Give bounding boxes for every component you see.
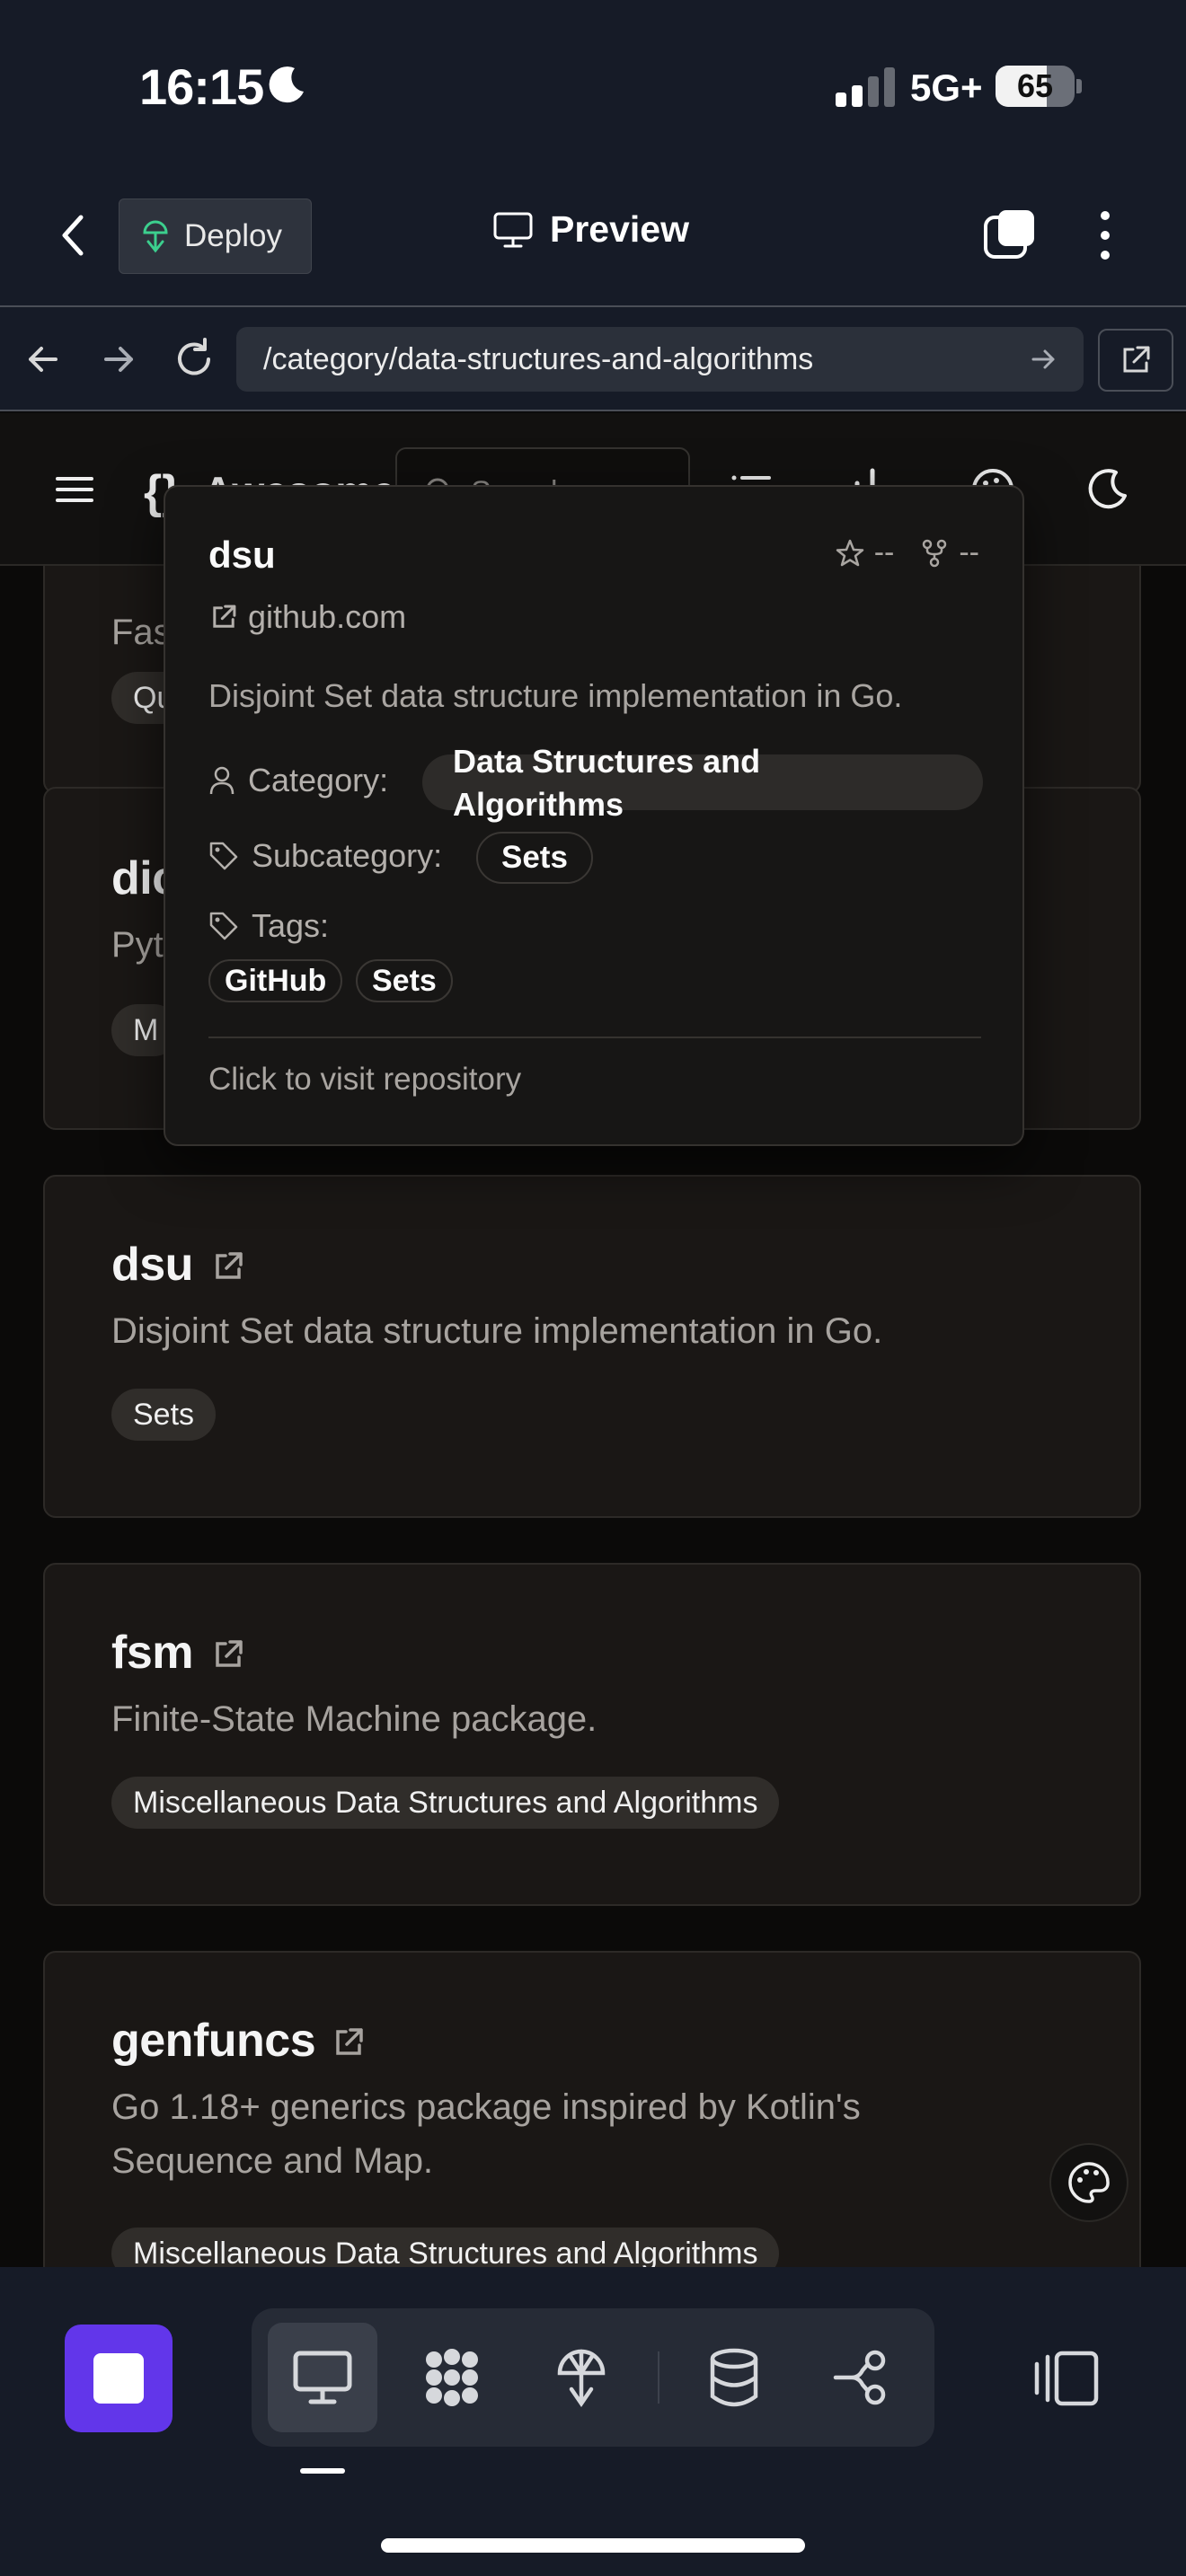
stars-count: -- (873, 535, 895, 569)
tag-icon (209, 912, 238, 940)
popover-domain-link[interactable]: github.com (208, 598, 406, 636)
repo-card-tag[interactable]: Miscellaneous Data Structures and Algori… (111, 2228, 780, 2267)
agents-view-button[interactable] (397, 2323, 507, 2432)
network-dots-icon (426, 2349, 478, 2406)
tag-icon (209, 842, 238, 870)
repo-card-title[interactable]: dsu (111, 1238, 193, 1292)
tag-pill-github[interactable]: GitHub (208, 959, 343, 1002)
popover-footer: Click to visit repository (208, 1062, 522, 1097)
palette-icon (1068, 2162, 1110, 2203)
side-panel-icon[interactable] (1033, 2350, 1100, 2407)
preview-tab[interactable]: Preview (492, 208, 689, 251)
forks-stat: -- (919, 535, 979, 570)
deploy-view-button[interactable] (527, 2323, 636, 2432)
external-link-icon (213, 604, 236, 628)
git-view-button[interactable] (809, 2323, 918, 2432)
moon-icon (269, 66, 304, 103)
repo-card-title[interactable]: fsm (111, 1626, 193, 1680)
floating-palette-button[interactable] (1049, 2143, 1128, 2222)
segment-separator (658, 2351, 659, 2404)
popover-tags-row: Tags: (208, 907, 329, 945)
browser-back-icon[interactable] (18, 334, 68, 384)
repo-card[interactable]: fsm Finite-State Machine package. Miscel… (43, 1563, 1141, 1906)
monitor-icon (493, 212, 533, 247)
repo-hover-card[interactable]: dsu -- -- github.com Disjoint Set data s… (164, 485, 1024, 1146)
dark-mode-toggle-icon[interactable] (1084, 465, 1132, 514)
subcategory-label: Subcategory: (252, 837, 443, 874)
battery-indicator: 65 (996, 66, 1082, 107)
user-icon (209, 766, 235, 795)
url-text: /category/data-structures-and-algorithms (263, 341, 814, 376)
repo-card-title[interactable]: genfuncs (111, 2014, 316, 2068)
popover-stats: -- -- (810, 535, 979, 570)
repo-card-description: Go 1.18+ generics package inspired by Ko… (111, 2087, 861, 2181)
back-chevron-icon[interactable] (52, 210, 97, 260)
browser-forward-icon[interactable] (93, 334, 144, 384)
database-icon (710, 2348, 758, 2407)
category-value[interactable]: Data Structures and Algorithms (453, 740, 830, 826)
deploy-label: Deploy (184, 218, 282, 253)
stop-button[interactable] (65, 2325, 173, 2432)
external-link-icon[interactable] (210, 1636, 246, 1672)
subcategory-pill[interactable]: Sets (476, 832, 593, 884)
fork-icon (923, 539, 947, 567)
more-options-icon[interactable] (1084, 208, 1127, 262)
forks-count: -- (959, 535, 979, 569)
battery-percent: 65 (1016, 67, 1054, 104)
monitor-icon (293, 2351, 352, 2404)
bottom-toolbar (0, 2267, 1186, 2576)
tags-label: Tags: (252, 907, 330, 944)
network-type: 5G+ (910, 66, 983, 109)
status-time: 16:15 (139, 58, 264, 115)
popover-divider (208, 1037, 981, 1038)
open-external-button[interactable] (1098, 329, 1173, 392)
view-switcher (252, 2308, 934, 2447)
tabs-icon[interactable] (982, 207, 1038, 262)
menu-icon[interactable] (50, 465, 99, 514)
category-label: Category: (248, 762, 389, 798)
popover-domain: github.com (248, 598, 407, 635)
repo-card-description: Disjoint Set data structure implementati… (111, 1311, 883, 1351)
repo-card[interactable]: genfuncs Go 1.18+ generics package inspi… (43, 1951, 1141, 2267)
stars-stat: -- (835, 535, 895, 570)
popover-subcategory-row: Subcategory: (208, 837, 442, 875)
deploy-icon (557, 2349, 606, 2407)
preview-view-button[interactable] (268, 2323, 377, 2432)
deploy-icon (143, 220, 168, 253)
git-branch-icon (833, 2350, 886, 2405)
browser-bar: /category/data-structures-and-algorithms (0, 305, 1186, 411)
repo-card-tag[interactable]: Miscellaneous Data Structures and Algori… (111, 1777, 780, 1829)
stop-icon (93, 2353, 144, 2404)
url-field[interactable]: /category/data-structures-and-algorithms (236, 327, 1084, 392)
preview-label: Preview (550, 208, 689, 250)
active-view-indicator (300, 2468, 345, 2474)
popover-title: dsu (208, 534, 276, 576)
reload-icon[interactable] (169, 334, 219, 384)
tag-pill-sets[interactable]: Sets (356, 959, 453, 1002)
cellular-signal-icon (836, 67, 895, 107)
external-link-icon (1123, 346, 1150, 373)
star-icon (836, 539, 863, 566)
repo-card[interactable]: dsu Disjoint Set data structure implemen… (43, 1175, 1141, 1518)
popover-description: Disjoint Set data structure implementati… (208, 677, 903, 714)
deploy-button[interactable]: Deploy (119, 198, 312, 274)
external-link-icon[interactable] (210, 1248, 246, 1284)
home-indicator (381, 2538, 805, 2553)
repo-card-description: Finite-State Machine package. (111, 1699, 597, 1739)
external-link-icon[interactable] (331, 2025, 367, 2060)
go-arrow-icon[interactable] (1030, 346, 1057, 373)
database-view-button[interactable] (679, 2323, 789, 2432)
popover-category-row: Category: (208, 762, 388, 799)
app-top-chrome: 16:15 5G+ 65 Deploy Preview /category/da… (0, 0, 1186, 411)
repo-card-tag[interactable]: Sets (111, 1389, 217, 1441)
